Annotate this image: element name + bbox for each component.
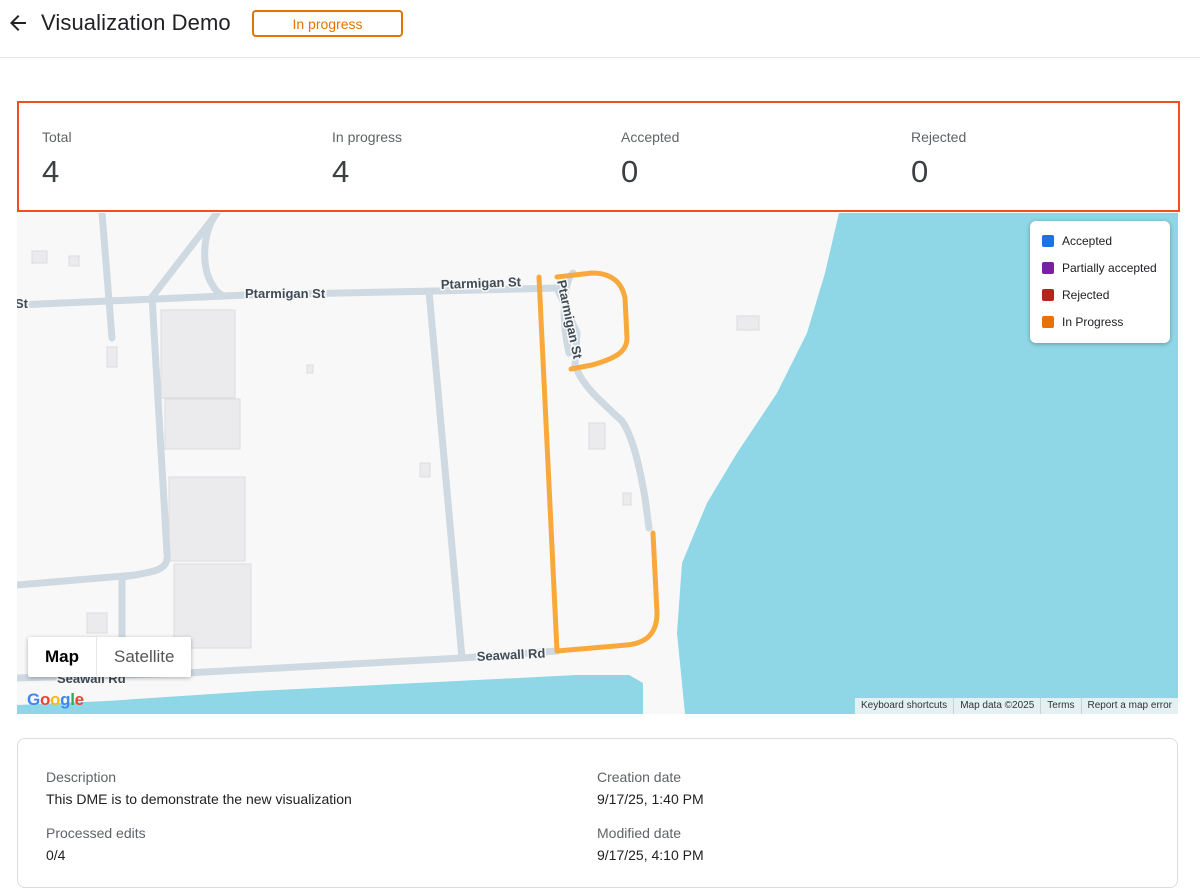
street-label-edge: St <box>17 296 29 311</box>
keyboard-shortcuts-link[interactable]: Keyboard shortcuts <box>855 698 953 714</box>
creation-date-value: 9/17/25, 1:40 PM <box>597 791 704 807</box>
buildings <box>31 250 760 649</box>
description-value: This DME is to demonstrate the new visua… <box>46 791 352 807</box>
details-card: Description This DME is to demonstrate t… <box>17 738 1178 888</box>
stats-panel: Total 4 In progress 4 Accepted 0 Rejecte… <box>17 101 1180 212</box>
terms-link[interactable]: Terms <box>1040 698 1080 714</box>
legend-item: Partially accepted <box>1042 254 1170 281</box>
arrow-back-icon <box>10 15 26 31</box>
status-badge: In progress <box>252 10 403 37</box>
modified-date-value: 9/17/25, 4:10 PM <box>597 847 704 863</box>
page-title: Visualization Demo <box>41 10 231 35</box>
stat-value: 0 <box>621 154 639 189</box>
map-type-map-button[interactable]: Map <box>28 637 97 677</box>
legend-swatch <box>1042 234 1054 247</box>
stat-in-progress: In progress 4 <box>332 129 402 190</box>
stat-rejected: Rejected 0 <box>911 129 966 190</box>
stat-accepted: Accepted 0 <box>621 129 679 190</box>
processed-edits-field: Processed edits 0/4 <box>46 825 146 863</box>
stat-value: 0 <box>911 154 929 189</box>
legend-label: Accepted <box>1062 233 1113 248</box>
creation-date-field: Creation date 9/17/25, 1:40 PM <box>597 769 704 807</box>
legend-item: Rejected <box>1042 281 1170 308</box>
legend-swatch <box>1042 288 1054 301</box>
legend-swatch <box>1042 261 1054 274</box>
creation-date-label: Creation date <box>597 769 682 785</box>
stat-label: Accepted <box>621 129 680 145</box>
modified-date-label: Modified date <box>597 825 682 841</box>
map-view[interactable]: Ptarmigan St Ptarmigan St Ptarmigan St S… <box>17 213 1178 714</box>
description-label: Description <box>46 769 117 785</box>
street-label-ptarmigan-west: Ptarmigan St <box>245 286 326 301</box>
page-header: Visualization Demo In progress <box>0 0 1200 58</box>
legend-swatch <box>1042 315 1054 328</box>
stat-value: 4 <box>332 154 350 189</box>
description-field: Description This DME is to demonstrate t… <box>46 769 352 807</box>
modified-date-field: Modified date 9/17/25, 4:10 PM <box>597 825 704 863</box>
legend-item: In Progress <box>1042 308 1170 335</box>
map-type-control: Map Satellite <box>28 637 192 677</box>
report-map-error-link[interactable]: Report a map error <box>1080 698 1178 714</box>
legend-label: Partially accepted <box>1062 260 1157 275</box>
stat-label: In progress <box>332 129 403 145</box>
legend-label: Rejected <box>1062 287 1110 302</box>
legend-label: In Progress <box>1062 314 1124 329</box>
map-data-text: Map data ©2025 <box>953 698 1040 714</box>
processed-edits-value: 0/4 <box>46 847 66 863</box>
map-attribution: Keyboard shortcuts Map data ©2025 Terms … <box>855 698 1178 714</box>
street-label-ptarmigan-east: Ptarmigan St <box>441 274 522 292</box>
map-legend: Accepted Partially accepted Rejected In … <box>1030 221 1170 343</box>
stat-label: Total <box>42 129 72 145</box>
stat-label: Rejected <box>911 129 967 145</box>
stat-value: 4 <box>42 154 60 189</box>
back-button[interactable] <box>6 11 30 35</box>
street-label-ptarmigan-loop: Ptarmigan St <box>554 279 585 361</box>
street-label-seawall: Seawall Rd <box>476 645 545 664</box>
map-type-satellite-button[interactable]: Satellite <box>97 637 191 677</box>
processed-edits-label: Processed edits <box>46 825 146 841</box>
legend-item: Accepted <box>1042 227 1170 254</box>
google-logo[interactable]: Google <box>27 690 84 710</box>
stat-total: Total 4 <box>42 129 72 190</box>
